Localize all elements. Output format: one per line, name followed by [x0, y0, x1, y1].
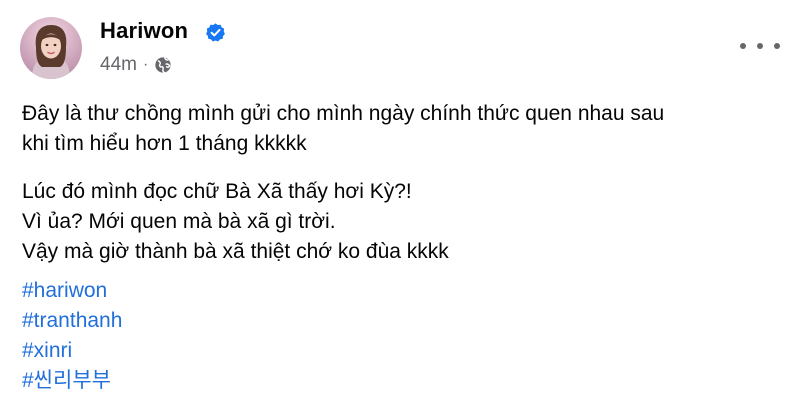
globe-icon[interactable] — [154, 56, 172, 74]
post-timestamp[interactable]: 44m — [100, 54, 137, 76]
hashtag-link[interactable]: #tranthanh — [22, 306, 122, 336]
facebook-post: Hariwon 44m · Đây là thư chồng mình gửi … — [0, 0, 800, 402]
hashtag-list: #hariwon #tranthanh #xinri #씬리부부 — [22, 276, 122, 396]
hashtag-link[interactable]: #xinri — [22, 336, 122, 366]
post-text-line: Đây là thư chồng mình gửi cho mình ngày … — [22, 102, 665, 125]
more-horizontal-icon — [774, 43, 780, 49]
hashtag-link[interactable]: #hariwon — [22, 276, 122, 306]
profile-photo — [20, 17, 82, 79]
meta-separator: · — [142, 56, 149, 73]
post-text-line: Vậy mà giờ thành bà xã thiệt chớ ko đùa … — [22, 240, 449, 263]
more-options-button[interactable] — [740, 36, 780, 56]
hashtag-link[interactable]: #씬리부부 — [22, 366, 122, 396]
more-horizontal-icon — [757, 43, 763, 49]
post-text-line: Vì ủa? Mới quen mà bà xã gì trời. — [22, 210, 336, 233]
more-horizontal-icon — [740, 43, 746, 49]
post-meta: 44m · — [100, 54, 172, 76]
verified-badge-icon — [206, 23, 225, 42]
post-paragraph: Lúc đó mình đọc chữ Bà Xã thấy hơi Kỳ?! … — [22, 177, 782, 267]
author-name[interactable]: Hariwon — [100, 18, 188, 44]
post-text-line: Lúc đó mình đọc chữ Bà Xã thấy hơi Kỳ?! — [22, 180, 412, 203]
avatar[interactable] — [20, 17, 82, 79]
post-paragraph: Đây là thư chồng mình gửi cho mình ngày … — [22, 99, 782, 159]
post-body: Đây là thư chồng mình gửi cho mình ngày … — [22, 99, 782, 285]
post-text-line: khi tìm hiểu hơn 1 tháng kkkkk — [22, 132, 307, 155]
